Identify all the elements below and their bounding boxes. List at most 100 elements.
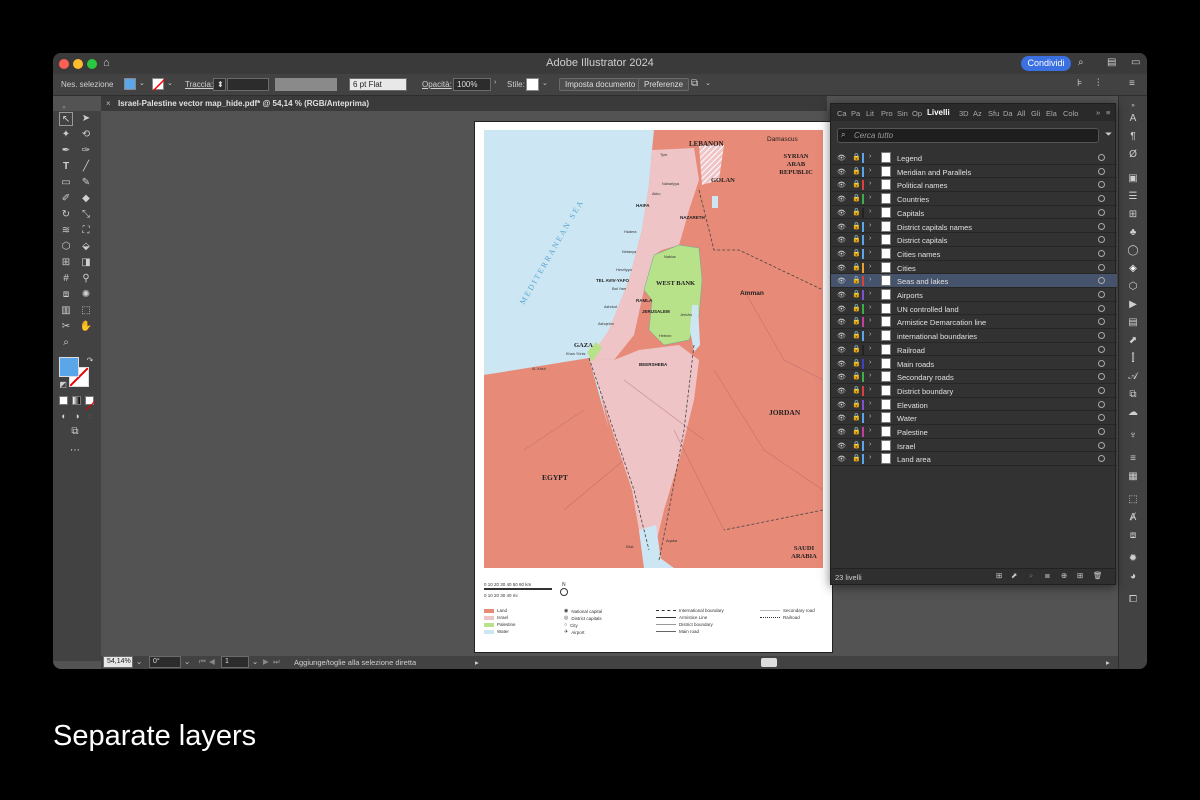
chevron-right-icon[interactable]: ›	[869, 413, 871, 420]
type-tool-icon[interactable]: T	[59, 160, 73, 174]
tab-ela[interactable]: Ela	[1046, 109, 1057, 118]
artboard-tool-icon[interactable]: ⬚	[79, 304, 93, 318]
lock-icon[interactable]: 🔒	[852, 400, 861, 408]
layer-row[interactable]: 👁 🔒 › Elevation	[831, 398, 1117, 412]
lock-icon[interactable]: 🔒	[852, 153, 861, 161]
gradient-panel-icon[interactable]: ▤	[1126, 316, 1140, 330]
tab-az[interactable]: Az	[973, 109, 982, 118]
visibility-eye-icon[interactable]: 👁	[837, 250, 846, 258]
target-icon[interactable]	[1098, 236, 1105, 244]
glyphs-icon[interactable]: 𝒜	[1126, 370, 1140, 384]
gradient-tool-icon[interactable]: ◨	[79, 256, 93, 270]
target-icon[interactable]	[1098, 345, 1105, 353]
share-button[interactable]: Condividi	[1021, 56, 1071, 71]
lock-icon[interactable]: 🔒	[852, 180, 861, 188]
pen-tool-icon[interactable]: ✒	[59, 144, 73, 158]
distribute-icon[interactable]: ⫶	[1097, 78, 1100, 89]
status-menu-icon[interactable]: ▸	[475, 658, 479, 667]
visibility-eye-icon[interactable]: 👁	[837, 305, 846, 313]
chevron-down-icon[interactable]: ⌄	[139, 79, 145, 87]
target-icon[interactable]	[1098, 373, 1105, 381]
first-artboard-icon[interactable]: ⏮	[199, 657, 206, 667]
hand-tool-icon[interactable]: ✋	[79, 320, 93, 334]
screen-mode-icon[interactable]: ⧉	[68, 425, 82, 439]
visibility-eye-icon[interactable]: 👁	[837, 373, 846, 381]
chevron-right-icon[interactable]: ›	[869, 441, 871, 448]
visibility-eye-icon[interactable]: 👁	[837, 428, 846, 436]
tab-da[interactable]: Da	[1003, 109, 1013, 118]
layer-row[interactable]: 👁 🔒 › Armistice Demarcation line	[831, 315, 1117, 330]
menu-icon[interactable]: ≡	[1129, 78, 1135, 89]
align-panel-icon[interactable]: ⫿	[1126, 352, 1140, 366]
layer-row[interactable]: 👁 🔒 › Israel	[831, 439, 1117, 453]
lock-icon[interactable]: 🔒	[852, 222, 861, 230]
fill-color-swatch[interactable]	[59, 357, 79, 377]
clipping-mask-icon[interactable]: ⧈	[1045, 571, 1050, 581]
visibility-eye-icon[interactable]: 👁	[837, 209, 846, 217]
chevron-right-icon[interactable]: ›	[869, 222, 871, 229]
image-trace-icon[interactable]: ⬚	[1126, 493, 1140, 507]
variable-width-profile[interactable]	[275, 78, 337, 91]
line-tool-icon[interactable]: ╱	[79, 160, 93, 174]
target-icon[interactable]	[1098, 208, 1105, 216]
chevron-right-icon[interactable]: ›	[869, 180, 871, 187]
lock-icon[interactable]: 🔒	[852, 441, 861, 449]
eraser-icon[interactable]: ◆	[79, 192, 93, 206]
visibility-eye-icon[interactable]: 👁	[837, 387, 846, 395]
artboard-number-input[interactable]: 1	[221, 656, 249, 668]
target-icon[interactable]	[1098, 428, 1105, 435]
lock-icon[interactable]: 🔒	[852, 167, 861, 175]
artboards-icon[interactable]: ⧠	[1126, 593, 1140, 607]
lasso-icon[interactable]: ⟲	[79, 128, 93, 142]
layer-row[interactable]: 👁 🔒 › Airports	[831, 288, 1117, 302]
tab-pa[interactable]: Pa	[851, 109, 860, 118]
target-icon[interactable]	[1098, 195, 1105, 203]
visibility-eye-icon[interactable]: 👁	[837, 318, 846, 326]
lock-icon[interactable]: 🔒	[852, 276, 861, 284]
target-icon[interactable]	[1098, 441, 1105, 449]
layer-row[interactable]: 👁 🔒 › District capitals	[831, 233, 1117, 247]
direct-selection-tool-icon[interactable]: ➤	[79, 112, 93, 126]
lock-icon[interactable]: 🔒	[852, 331, 861, 339]
target-icon[interactable]	[1098, 332, 1105, 340]
swap-colors-icon[interactable]: ↷	[83, 354, 97, 368]
tab-ca[interactable]: Ca	[837, 109, 847, 118]
target-icon[interactable]	[1098, 359, 1105, 367]
rectangle-tool-icon[interactable]: ▭	[59, 176, 73, 190]
visibility-eye-icon[interactable]: 👁	[837, 360, 846, 368]
chevron-right-icon[interactable]: ›	[869, 400, 871, 407]
lock-icon[interactable]: 🔒	[852, 427, 861, 435]
visibility-eye-icon[interactable]: 👁	[837, 195, 846, 203]
workspace-icon[interactable]: ▤	[1107, 57, 1116, 68]
locate-object-icon[interactable]: ⌕	[1029, 571, 1033, 581]
puppet-icon[interactable]: ♆	[1126, 429, 1140, 443]
export-selection-icon[interactable]: ⬈	[1011, 571, 1017, 580]
blend-tool-icon[interactable]: ⧈	[59, 288, 73, 302]
none-mode-icon[interactable]	[85, 396, 96, 411]
lock-icon[interactable]: 🔒	[852, 372, 861, 380]
tab-pro[interactable]: Pro	[881, 109, 893, 118]
lock-icon[interactable]: 🔒	[852, 249, 861, 257]
target-icon[interactable]	[1098, 291, 1105, 298]
chevron-down-icon[interactable]: ⌄	[167, 79, 173, 87]
stroke-weight-stepper[interactable]: ⬍	[213, 78, 226, 91]
lock-icon[interactable]: 🔒	[852, 386, 861, 394]
visibility-eye-icon[interactable]: 👁	[837, 401, 846, 409]
appearance-icon[interactable]: ☁	[1126, 406, 1140, 420]
color-mode-icon[interactable]	[59, 396, 68, 405]
layer-row[interactable]: 👁 🔒 › Main roads	[831, 357, 1117, 371]
brushes-icon[interactable]: ◯	[1126, 244, 1140, 258]
slice-tool-icon[interactable]: ✂	[59, 320, 73, 334]
gradient-mode-icon[interactable]	[72, 396, 81, 405]
chevron-right-icon[interactable]: ›	[869, 194, 871, 201]
visibility-eye-icon[interactable]: 👁	[837, 277, 846, 285]
visibility-eye-icon[interactable]: 👁	[837, 442, 846, 450]
chevron-right-icon[interactable]: ›	[869, 427, 871, 434]
chevron-right-icon[interactable]: ›	[869, 290, 871, 297]
visibility-eye-icon[interactable]: 👁	[837, 236, 846, 244]
live-paint-icon[interactable]: ⬙	[79, 240, 93, 254]
draw-behind-icon[interactable]: ◑	[70, 409, 84, 423]
color-guide-icon[interactable]: ◕	[1126, 570, 1140, 584]
symbol-sprayer-icon[interactable]: ✺	[79, 288, 93, 302]
scale-tool-icon[interactable]: ⤡	[79, 208, 93, 222]
